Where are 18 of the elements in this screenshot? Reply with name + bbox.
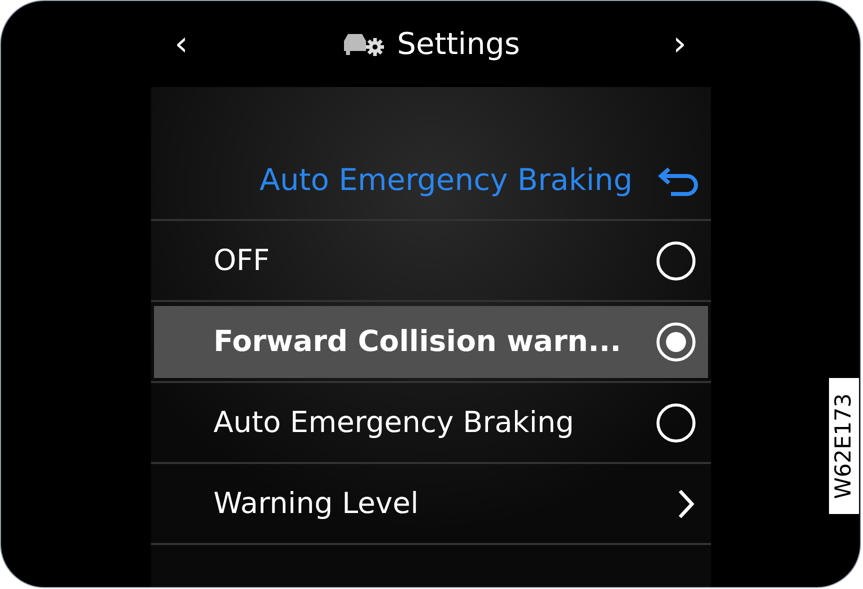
section-title: Auto Emergency Braking <box>260 162 632 200</box>
screen-title: Settings <box>396 26 520 64</box>
menu-row[interactable]: Warning Level <box>154 468 708 540</box>
option-label: Auto Emergency Braking <box>214 404 574 441</box>
radio-icon <box>656 322 696 362</box>
back-button[interactable] <box>656 167 698 199</box>
option-row[interactable]: Forward Collision warn... <box>154 306 708 378</box>
option-row[interactable]: OFF <box>154 224 708 296</box>
option-label: OFF <box>214 242 270 279</box>
option-label: Warning Level <box>214 484 418 522</box>
figure-code: W62E173 <box>829 378 859 514</box>
back-icon <box>656 167 698 199</box>
option-label: Forward Collision warn... <box>214 322 622 360</box>
previous-button[interactable]: ‹ <box>174 27 188 61</box>
option-row[interactable]: Auto Emergency Braking <box>154 386 708 458</box>
next-button[interactable]: › <box>672 27 686 61</box>
radio-icon <box>656 240 696 280</box>
radio-icon <box>656 402 696 442</box>
